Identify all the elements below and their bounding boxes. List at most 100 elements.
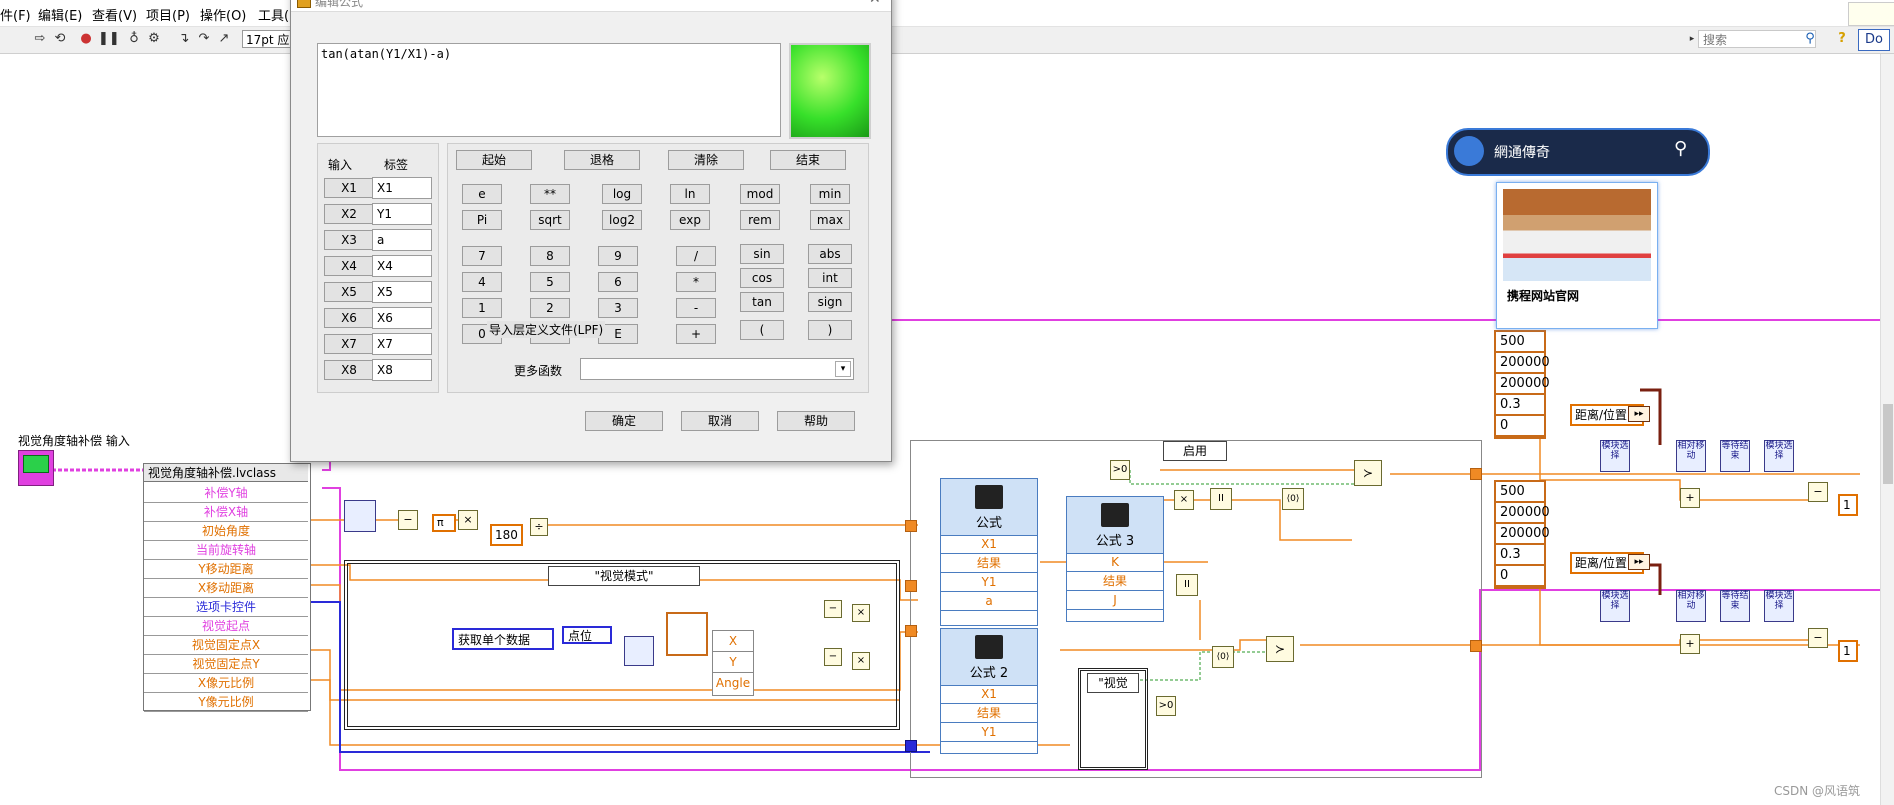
input-label-field[interactable]: X8 [372,359,432,381]
const-one-2[interactable]: 1 [1838,640,1858,662]
add-node[interactable]: + [1680,488,1700,508]
input-name-button[interactable]: X3 [324,230,374,250]
greater-zero-node-2[interactable]: >0 [1156,696,1176,716]
trig-button[interactable]: sin [740,244,784,264]
func-button[interactable]: rem [740,210,780,230]
pi-constant[interactable]: π [432,514,456,532]
backspace-button[interactable]: 退格 [564,150,640,170]
overlay-search-bar[interactable]: 網通傳奇 ⚲ [1446,128,1710,176]
bundle-node-2[interactable]: ▸▸ [1628,554,1650,570]
start-button[interactable]: 起始 [456,150,532,170]
input-label-field[interactable]: X5 [372,281,432,303]
subvi-relative-move-2[interactable]: 相对移动 [1676,590,1706,622]
case-selector-vision[interactable]: "视觉 [1087,673,1139,693]
digit-button[interactable]: 6 [598,272,638,292]
scrollbar-thumb[interactable] [1883,404,1893,484]
digit-button[interactable]: + [676,324,716,344]
func-button[interactable]: mod [740,184,780,204]
multiply-node-3[interactable]: × [852,652,870,670]
point-enum[interactable]: 点位 [562,626,612,644]
open-paren-button[interactable]: ( [740,320,784,340]
func-button[interactable]: ** [530,184,570,204]
func-button[interactable]: e [462,184,502,204]
get-single-data-enum[interactable]: 获取单个数据 [452,628,554,650]
help-button[interactable]: 帮助 [777,411,855,431]
search-icon[interactable]: ⚲ [1674,138,1687,159]
input-name-button[interactable]: X6 [324,308,374,328]
const-one[interactable]: 1 [1838,494,1858,516]
subvi-move[interactable] [344,500,376,532]
multiply-node-2[interactable]: × [852,604,870,622]
func-button[interactable]: log2 [602,210,642,230]
func-button[interactable]: sqrt [530,210,570,230]
input-label-field[interactable]: Y1 [372,203,432,225]
constant-stack-1[interactable]: 500 200000 200000 0.3 0 [1494,330,1550,439]
formula-textarea[interactable]: tan(atan(Y1/X1)-a) [317,43,781,137]
chevron-down-icon[interactable]: ▾ [835,361,851,377]
greater-zero-node[interactable]: >0 [1110,460,1130,480]
digit-button[interactable]: / [676,246,716,266]
func-button[interactable]: ln [670,184,710,204]
subtract-node-2[interactable]: − [824,600,842,618]
tangent-node-2[interactable]: II [1176,574,1198,596]
digit-button[interactable]: * [676,272,716,292]
add-node-2[interactable]: + [1680,634,1700,654]
digit-button[interactable]: 8 [530,246,570,266]
formula-node-2[interactable]: 公式 2 X1 结果 Y1 [940,628,1038,754]
end-button[interactable]: 结束 [770,150,846,170]
site-card[interactable]: 携程网站官网 [1496,182,1658,329]
clear-button[interactable]: 清除 [668,150,744,170]
subvi-wait-end[interactable]: 等待结束 [1720,440,1750,472]
unbundle-by-name[interactable]: 视觉角度轴补偿.lvclass 补偿Y轴 补偿X轴 初始角度 当前旋转轴 Y移动距离 X移… [143,463,311,712]
select-node[interactable]: ≻ [1354,460,1382,486]
multiply-node[interactable]: × [458,510,478,530]
func-button[interactable]: exp [670,210,710,230]
digit-button[interactable]: 5 [530,272,570,292]
import-lpf-label[interactable]: 导入层定义文件(LPF) [487,321,606,338]
more-functions-select[interactable]: ▾ [580,358,854,380]
misc-button[interactable]: int [808,268,852,288]
subtract-node-3[interactable]: − [824,648,842,666]
input-label-field[interactable]: a [372,229,432,251]
subvi-module-select-4[interactable]: 模块选择 [1764,590,1794,622]
func-button[interactable]: min [810,184,850,204]
vertical-scrollbar[interactable] [1880,54,1894,805]
case-selector-enable[interactable]: 启用 [1163,441,1227,461]
input-label-field[interactable]: X4 [372,255,432,277]
input-label-field[interactable]: X7 [372,333,432,355]
trig-button[interactable]: tan [740,292,784,312]
subvi-module-select-2[interactable]: 模块选择 [1764,440,1794,472]
cancel-button[interactable]: 取消 [681,411,759,431]
case-structure-vision[interactable]: "视觉 [1078,668,1148,770]
subvi-wait-end-2[interactable]: 等待结束 [1720,590,1750,622]
func-button[interactable]: max [810,210,850,230]
close-icon[interactable]: ✕ [869,0,881,7]
digit-button[interactable]: 9 [598,246,638,266]
subvi-general-read[interactable] [624,636,654,666]
divide-node[interactable]: ÷ [530,518,548,536]
case-structure-vision-mode[interactable]: "视觉模式" 获取单个数据 点位 X Y Angle − × − × [344,560,900,730]
subtract-node[interactable]: − [398,510,418,530]
const-180[interactable]: 180 [490,524,523,546]
input-name-button[interactable]: X2 [324,204,374,224]
input-name-button[interactable]: X4 [324,256,374,276]
misc-button[interactable]: abs [808,244,852,264]
constant-stack-2[interactable]: 500 200000 200000 0.3 0 [1494,480,1550,589]
class-control-terminal[interactable] [18,450,54,486]
unbundle-xya[interactable]: X Y Angle [712,630,754,696]
digit-button[interactable]: - [676,298,716,318]
input-name-button[interactable]: X7 [324,334,374,354]
input-name-button[interactable]: X5 [324,282,374,302]
func-button[interactable]: log [602,184,642,204]
digit-button[interactable]: 2 [530,298,570,318]
trig-button[interactable]: cos [740,268,784,288]
input-label-field[interactable]: X6 [372,307,432,329]
multiply-node-4[interactable]: × [1174,490,1194,510]
misc-button[interactable]: sign [808,292,852,312]
subtract-node-4[interactable]: − [1808,482,1828,502]
digit-button[interactable]: 1 [462,298,502,318]
digit-button[interactable]: 4 [462,272,502,292]
input-name-button[interactable]: X8 [324,360,374,380]
digit-button[interactable]: 7 [462,246,502,266]
input-name-button[interactable]: X1 [324,178,374,198]
